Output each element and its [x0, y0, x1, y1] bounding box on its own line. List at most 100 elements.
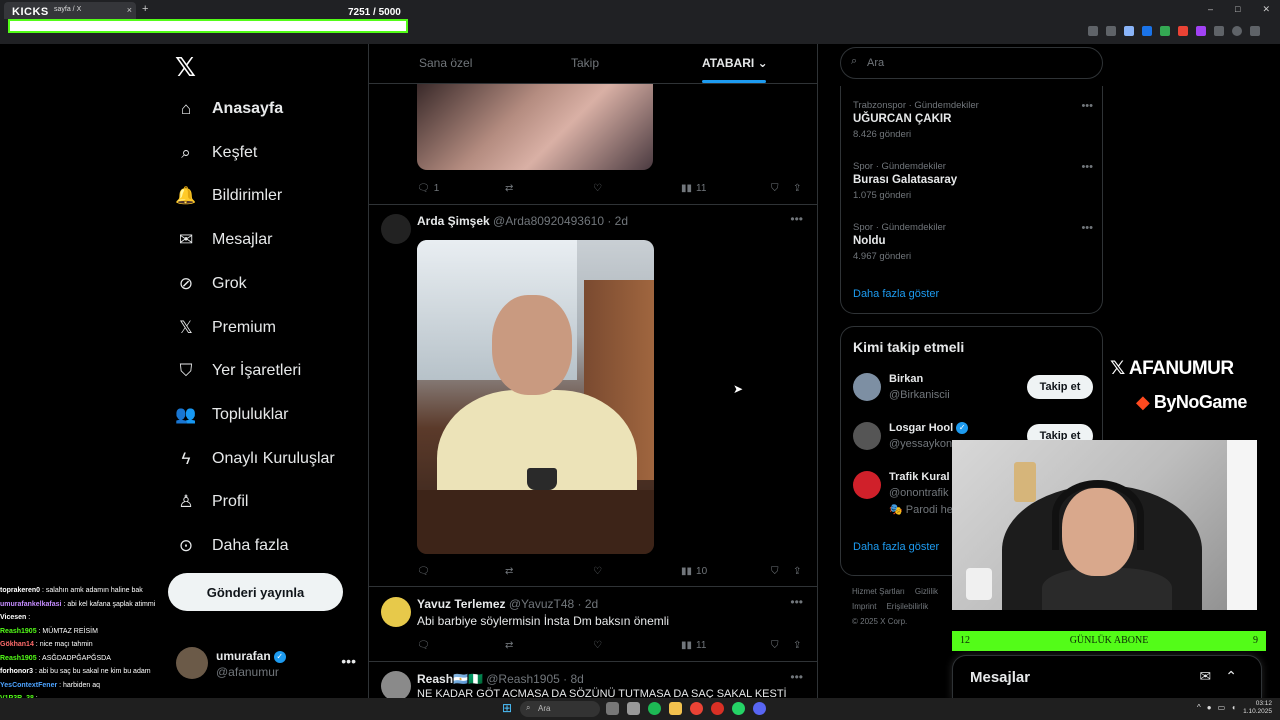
- trend-item[interactable]: Spor · Gündemdekiler Burası Galatasaray …: [853, 161, 1093, 201]
- footer-link[interactable]: Imprint: [852, 602, 876, 611]
- like-button[interactable]: ♡: [593, 180, 681, 196]
- chat-username[interactable]: Vicesen: [0, 614, 26, 621]
- nav-item-7[interactable]: ⛉ Yer İşaretleri: [176, 356, 302, 386]
- cast-icon[interactable]: [1088, 26, 1098, 36]
- footer-link[interactable]: Erişilebilirlik: [886, 602, 928, 611]
- expand-icon[interactable]: ⌃: [1225, 668, 1237, 685]
- views-button[interactable]: ▮▮ 11: [681, 637, 771, 653]
- extension-icon[interactable]: [1178, 26, 1188, 36]
- maximize-button[interactable]: □: [1235, 4, 1240, 15]
- footer-link[interactable]: Gizlilik: [915, 587, 938, 596]
- volume-icon[interactable]: ◖: [1231, 703, 1236, 712]
- chat-username[interactable]: YesContextFener: [0, 682, 57, 689]
- avatar[interactable]: [381, 597, 411, 627]
- share-button[interactable]: ⇪: [793, 180, 801, 196]
- follow-button[interactable]: Takip et: [1027, 375, 1093, 399]
- bookmark-button[interactable]: ⛉: [771, 637, 793, 653]
- extension-icon[interactable]: [1160, 26, 1170, 36]
- more-icon[interactable]: •••: [1081, 161, 1093, 173]
- nav-item-2[interactable]: ⌕ Keşfet: [176, 138, 257, 168]
- clock[interactable]: 03:12 1.10.2025: [1243, 700, 1272, 716]
- discord-icon[interactable]: [753, 702, 766, 715]
- tab-atabari[interactable]: ATABARI ⌄: [702, 56, 768, 70]
- nav-item-1[interactable]: ⌂ Anasayfa: [176, 94, 283, 124]
- chat-username[interactable]: Reash1905: [0, 628, 37, 635]
- messages-drawer[interactable]: Mesajlar ✉ ⌃: [952, 655, 1262, 700]
- more-icon[interactable]: •••: [1081, 222, 1093, 234]
- show-more-link[interactable]: Daha fazla göster: [853, 288, 939, 300]
- post-button[interactable]: Gönderi yayınla: [168, 573, 343, 611]
- avatar[interactable]: [381, 214, 411, 244]
- nav-item-11[interactable]: ⊙ Daha fazla: [176, 531, 289, 561]
- search-input[interactable]: ⌕ Ara: [840, 47, 1103, 79]
- tweet-image[interactable]: [417, 84, 653, 170]
- taskbar-search[interactable]: ⌕ Ara: [520, 701, 600, 717]
- tweet-photo[interactable]: [417, 240, 654, 554]
- close-window-button[interactable]: ✕: [1262, 4, 1270, 15]
- new-tab-button[interactable]: +: [142, 3, 148, 15]
- app-icon[interactable]: [606, 702, 619, 715]
- views-button[interactable]: ▮▮ 10: [681, 563, 771, 579]
- extension-icon[interactable]: [1142, 26, 1152, 36]
- tweet-author[interactable]: Reash🇦🇷🇳🇬 @Reash1905 · 8d: [417, 672, 584, 686]
- views-button[interactable]: ▮▮ 11: [681, 180, 771, 196]
- chat-username[interactable]: toprakeren0: [0, 587, 40, 594]
- nav-item-8[interactable]: 👥 Topluluklar: [175, 400, 288, 430]
- tweet-author[interactable]: Arda Şimşek @Arda80920493610 · 2d: [417, 214, 628, 228]
- nav-item-3[interactable]: 🔔 Bildirimler: [175, 181, 282, 211]
- like-button[interactable]: ♡: [593, 563, 681, 579]
- nav-item-9[interactable]: ϟ Onaylı Kuruluşlar: [176, 444, 335, 474]
- spotify-icon[interactable]: [648, 702, 661, 715]
- bookmark-button[interactable]: ⛉: [771, 180, 793, 196]
- trend-item[interactable]: Spor · Gündemdekiler Noldu 4.967 gönderi…: [853, 222, 1093, 262]
- avatar[interactable]: [381, 671, 411, 701]
- tab-for-you[interactable]: Sana özel: [419, 56, 472, 70]
- footer-link[interactable]: Hizmet Şartları: [852, 587, 905, 596]
- menu-icon[interactable]: [1250, 26, 1260, 36]
- close-tab-icon[interactable]: ×: [127, 5, 132, 15]
- chat-username[interactable]: forhonor3: [0, 668, 33, 675]
- tweet-author[interactable]: Yavuz Terlemez @YavuzT48 · 2d: [417, 597, 598, 611]
- more-icon[interactable]: •••: [790, 670, 803, 684]
- profile-icon[interactable]: [1232, 26, 1242, 36]
- network-icon[interactable]: ▭: [1218, 703, 1226, 712]
- app-icon[interactable]: [627, 702, 640, 715]
- app-icon[interactable]: [711, 702, 724, 715]
- chevron-up-icon[interactable]: ^: [1197, 703, 1201, 712]
- share-button[interactable]: ⇪: [793, 563, 801, 579]
- more-icon[interactable]: •••: [790, 595, 803, 609]
- bookmark-button[interactable]: ⛉: [771, 563, 793, 579]
- retweet-button[interactable]: ⇄: [505, 180, 593, 196]
- folder-icon[interactable]: [669, 702, 682, 715]
- timeline[interactable]: Sana özel Takip ATABARI ⌄ 🗨 1 ⇄ ♡ ▮▮ 11 ⛉ …: [368, 44, 818, 720]
- account-switcher[interactable]: umurafan ✓ @afanumur •••: [176, 645, 356, 685]
- retweet-button[interactable]: ⇄: [505, 563, 593, 579]
- whatsapp-icon[interactable]: [732, 702, 745, 715]
- chat-username[interactable]: Reash1905: [0, 655, 37, 662]
- trend-item[interactable]: Trabzonspor · Gündemdekiler UĞURCAN ÇAKI…: [853, 100, 1093, 140]
- minimize-button[interactable]: –: [1208, 4, 1213, 15]
- retweet-button[interactable]: ⇄: [505, 637, 593, 653]
- more-icon[interactable]: •••: [341, 653, 356, 669]
- reply-button[interactable]: 🗨 1: [417, 180, 505, 196]
- nav-item-6[interactable]: 𝕏 Premium: [176, 313, 276, 343]
- new-message-icon[interactable]: ✉: [1200, 668, 1212, 685]
- follow-suggestion[interactable]: Birkan @Birkaniscii Takip et: [853, 371, 1093, 407]
- chat-username[interactable]: umurafankelkafasi: [0, 601, 61, 608]
- more-icon[interactable]: •••: [790, 212, 803, 226]
- nav-item-4[interactable]: ✉ Mesajlar: [176, 225, 273, 255]
- nav-item-10[interactable]: ♙ Profil: [176, 487, 248, 517]
- star-icon[interactable]: [1124, 26, 1134, 36]
- x-logo[interactable]: 𝕏: [175, 52, 196, 83]
- like-button[interactable]: ♡: [593, 637, 681, 653]
- tab-following[interactable]: Takip: [571, 56, 599, 70]
- more-icon[interactable]: •••: [1081, 100, 1093, 112]
- nav-item-5[interactable]: ⊘ Grok: [176, 269, 247, 299]
- share-button[interactable]: ⇪: [793, 637, 801, 653]
- zoom-icon[interactable]: [1106, 26, 1116, 36]
- reply-button[interactable]: 🗨: [417, 637, 505, 653]
- mic-icon[interactable]: ●: [1207, 703, 1212, 712]
- reply-button[interactable]: 🗨: [417, 563, 505, 579]
- show-more-link[interactable]: Daha fazla göster: [853, 541, 939, 553]
- windows-start-icon[interactable]: ⊞: [502, 702, 514, 714]
